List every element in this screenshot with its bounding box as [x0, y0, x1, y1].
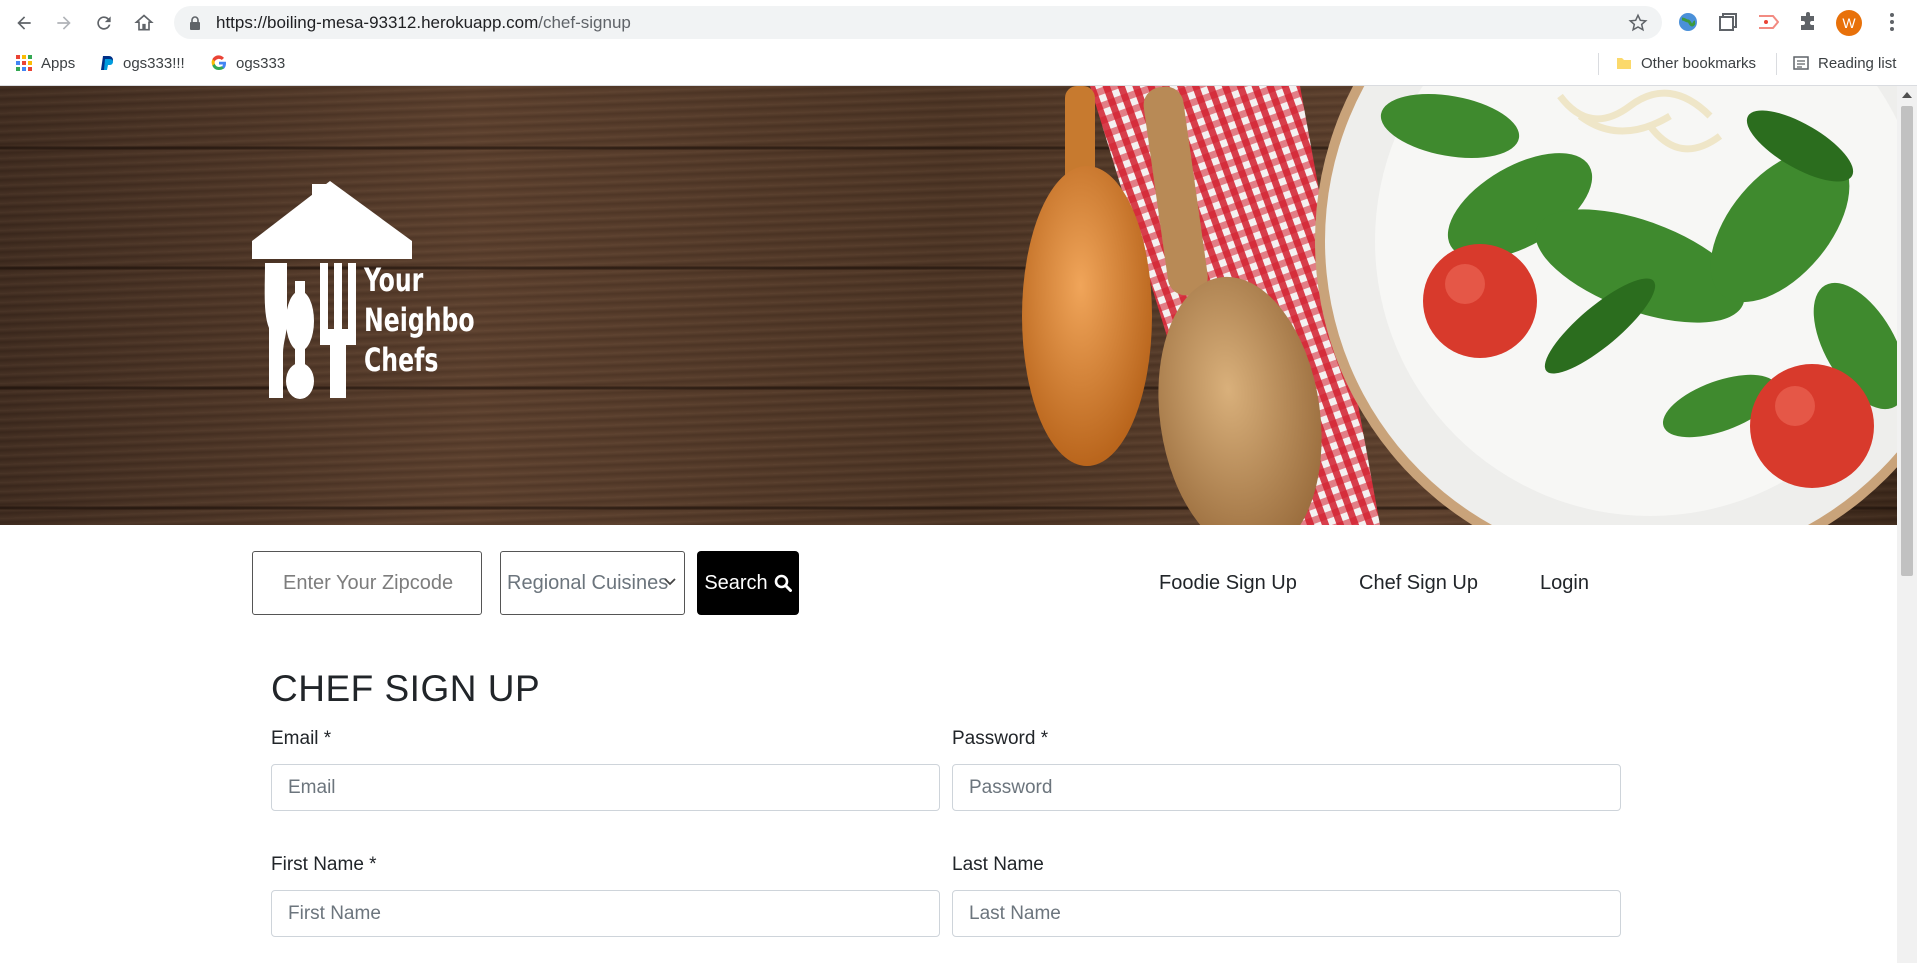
page-viewport: Your Neighbor Chefs Regional Cuisines Se…: [0, 86, 1897, 963]
password-label: Password *: [952, 728, 1049, 749]
last-name-label: Last Name: [952, 854, 1044, 875]
bookmark-apps[interactable]: Apps: [16, 45, 75, 81]
paypal-icon: [101, 56, 113, 70]
reload-icon: [97, 16, 111, 30]
reading-list[interactable]: Reading list: [1793, 45, 1896, 81]
url-host: https://boiling-mesa-93312.herokuapp.com: [216, 12, 539, 32]
logo-word-2: Neighbor: [364, 301, 474, 338]
first-name-field[interactable]: [271, 890, 940, 937]
page-scrollbar[interactable]: [1897, 86, 1917, 963]
logo-word-1: Your: [363, 261, 423, 298]
bookmark-label: ogs333!!!: [123, 54, 185, 72]
home-button[interactable]: [124, 3, 164, 43]
email-field[interactable]: [271, 764, 940, 811]
your-neighbor-chefs-logo[interactable]: Your Neighbor Chefs: [252, 181, 474, 401]
profile-avatar[interactable]: W: [1836, 10, 1862, 36]
chevron-down-icon: [664, 578, 676, 586]
bookmarks-divider: [1776, 53, 1777, 75]
hero-banner: Your Neighbor Chefs: [0, 86, 1897, 525]
foodie-signup-link[interactable]: Foodie Sign Up: [1159, 572, 1297, 595]
forward-button[interactable]: [44, 3, 84, 43]
bookmark-paypal[interactable]: ogs333!!!: [100, 45, 185, 81]
search-icon: [774, 574, 792, 592]
folder-icon: [1617, 58, 1631, 69]
scroll-up-arrow-icon[interactable]: [1902, 92, 1912, 98]
other-bookmarks[interactable]: Other bookmarks: [1616, 45, 1756, 81]
login-link[interactable]: Login: [1540, 572, 1589, 595]
reading-list-icon: [1793, 56, 1809, 70]
bookmarks-bar: Apps ogs333!!! ogs333 Other bookmarks Re…: [0, 45, 1917, 86]
chef-signup-link[interactable]: Chef Sign Up: [1359, 572, 1478, 595]
cuisine-select-value: Regional Cuisines: [507, 571, 669, 594]
lock-icon: [188, 15, 202, 30]
back-arrow-icon: [17, 16, 31, 30]
search-bar: Regional Cuisines Search: [252, 551, 799, 615]
first-name-label: First Name *: [271, 854, 377, 875]
google-icon: [211, 55, 226, 71]
apps-grid-icon: [16, 55, 32, 71]
zipcode-input[interactable]: [252, 551, 482, 615]
reload-button[interactable]: [84, 3, 124, 43]
globe-extension-icon[interactable]: [1676, 10, 1700, 34]
logo-word-3: Chefs: [364, 341, 438, 378]
last-name-field[interactable]: [952, 890, 1621, 937]
copy-extension-icon[interactable]: [1716, 10, 1740, 34]
bookmark-label: ogs333: [236, 54, 286, 72]
reading-list-label: Reading list: [1818, 54, 1897, 72]
forward-arrow-icon: [57, 16, 71, 30]
browser-menu-icon[interactable]: [1880, 10, 1904, 34]
address-bar[interactable]: https://boiling-mesa-93312.herokuapp.com…: [174, 6, 1662, 39]
page-title: CHEF SIGN UP: [271, 668, 541, 709]
home-icon: [134, 14, 154, 31]
search-button-label: Search: [704, 571, 768, 594]
bookmark-label: Apps: [41, 54, 76, 72]
cuisine-select[interactable]: Regional Cuisines: [500, 551, 685, 615]
bookmark-star-icon[interactable]: [1628, 13, 1648, 33]
other-bookmarks-label: Other bookmarks: [1641, 54, 1757, 72]
url-text: https://boiling-mesa-93312.herokuapp.com…: [216, 13, 631, 33]
search-button[interactable]: Search: [697, 551, 799, 615]
cast-extension-icon[interactable]: [1756, 10, 1780, 34]
scrollbar-thumb[interactable]: [1901, 106, 1913, 576]
password-field[interactable]: [952, 764, 1621, 811]
bookmark-google[interactable]: ogs333: [211, 45, 285, 81]
browser-toolbar: https://boiling-mesa-93312.herokuapp.com…: [0, 0, 1917, 45]
bookmarks-divider: [1598, 53, 1599, 75]
url-path: /chef-signup: [538, 12, 631, 32]
puzzle-extensions-icon[interactable]: [1796, 10, 1820, 34]
back-button[interactable]: [4, 3, 44, 43]
email-label: Email *: [271, 728, 332, 749]
